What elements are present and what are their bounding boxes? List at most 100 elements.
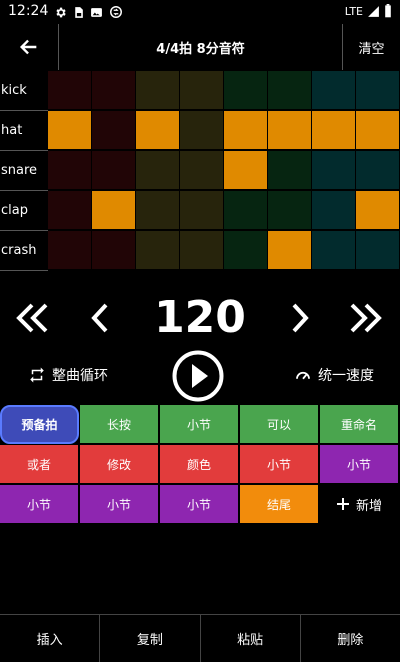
section-chip[interactable]: 小节 <box>320 445 399 484</box>
beat-cell[interactable] <box>268 231 312 271</box>
battery-icon <box>385 4 391 18</box>
tempo-increase-button[interactable] <box>278 296 322 340</box>
beat-cell[interactable] <box>180 151 224 191</box>
plus-icon <box>336 498 349 510</box>
beat-cell[interactable] <box>224 191 268 231</box>
status-time: 12:24 <box>8 3 49 19</box>
chevron-left-icon <box>91 303 108 333</box>
section-chip[interactable]: 结尾 <box>240 485 319 524</box>
status-bar: 12:24 LTE <box>0 0 400 24</box>
beat-grid: kick hat snare clap crash <box>0 71 400 281</box>
grid-row: snare <box>0 151 400 191</box>
beat-cell[interactable] <box>48 111 92 151</box>
section-chip[interactable]: 小节 <box>160 405 239 444</box>
page-title: 4/4拍 8分音符 <box>156 41 245 57</box>
beat-cell[interactable] <box>356 111 400 151</box>
grid-row: clap <box>0 191 400 231</box>
track-label: snare <box>0 151 49 191</box>
insert-button[interactable]: 插入 <box>0 615 101 662</box>
beat-cell[interactable] <box>180 191 224 231</box>
playback-controls: 整曲循环 统一速度 <box>0 350 400 404</box>
loop-label: 整曲循环 <box>52 368 108 384</box>
section-chip[interactable]: 小节 <box>0 485 79 524</box>
tempo-controls: 120 <box>0 290 400 346</box>
beat-cell[interactable] <box>224 71 268 111</box>
tempo-decrease-button[interactable] <box>78 296 122 340</box>
paste-button[interactable]: 粘贴 <box>201 615 301 662</box>
top-bar: 4/4拍 8分音符 清空 <box>0 24 400 71</box>
track-label: clap <box>0 191 49 231</box>
repeat-icon <box>30 367 44 383</box>
track-label: kick <box>0 71 49 111</box>
add-label: 新增 <box>355 498 382 514</box>
beat-cell[interactable] <box>312 151 356 191</box>
beat-cell[interactable] <box>356 191 400 231</box>
beat-cell[interactable] <box>92 71 136 111</box>
clear-button[interactable]: 清空 <box>342 24 400 70</box>
beat-cell[interactable] <box>136 231 180 271</box>
beat-cell[interactable] <box>136 111 180 151</box>
beat-cell[interactable] <box>136 151 180 191</box>
beat-cell[interactable] <box>224 151 268 191</box>
section-chips: 预备拍 长按 小节 可以 重命名 或者 修改 颜色 小节 小节 小节 小节 小节 结尾 新增 <box>0 405 400 525</box>
beat-cell[interactable] <box>92 111 136 151</box>
beat-cell[interactable] <box>312 231 356 271</box>
beat-cell[interactable] <box>136 71 180 111</box>
grid-row: crash <box>0 231 400 271</box>
beat-cell[interactable] <box>268 111 312 151</box>
beat-cell[interactable] <box>48 191 92 231</box>
grid-row: hat <box>0 111 400 151</box>
beat-cell[interactable] <box>224 111 268 151</box>
beat-cell[interactable] <box>268 71 312 111</box>
beat-cell[interactable] <box>356 151 400 191</box>
section-chip[interactable]: 小节 <box>240 445 319 484</box>
beat-cell[interactable] <box>48 71 92 111</box>
beat-cell[interactable] <box>268 191 312 231</box>
section-chip[interactable]: 小节 <box>80 485 159 524</box>
section-chip[interactable]: 修改 <box>80 445 159 484</box>
track-label: crash <box>0 231 49 271</box>
beat-cell[interactable] <box>312 111 356 151</box>
track-label: hat <box>0 111 49 151</box>
sim-card-icon <box>75 6 83 18</box>
sync-icon <box>110 6 122 18</box>
gear-icon <box>56 7 66 17</box>
double-chevron-right-icon <box>350 303 382 333</box>
chevron-right-icon <box>292 303 309 333</box>
tempo-increase-fast-button[interactable] <box>344 296 388 340</box>
section-chip[interactable]: 颜色 <box>160 445 239 484</box>
section-chip[interactable]: 小节 <box>160 485 239 524</box>
section-chip[interactable]: 长按 <box>80 405 159 444</box>
beat-cell[interactable] <box>92 231 136 271</box>
beat-cell[interactable] <box>180 71 224 111</box>
speed-toggle[interactable]: 统一速度 <box>294 365 374 385</box>
back-arrow-icon <box>19 39 37 55</box>
beat-cell[interactable] <box>312 191 356 231</box>
signal-icon <box>368 5 379 17</box>
speed-label: 统一速度 <box>318 368 374 384</box>
section-chip[interactable]: 重命名 <box>320 405 399 444</box>
tempo-decrease-fast-button[interactable] <box>10 296 54 340</box>
beat-cell[interactable] <box>48 151 92 191</box>
beat-cell[interactable] <box>356 231 400 271</box>
section-chip[interactable]: 或者 <box>0 445 79 484</box>
beat-cell[interactable] <box>312 71 356 111</box>
beat-cell[interactable] <box>136 191 180 231</box>
beat-cell[interactable] <box>356 71 400 111</box>
beat-cell[interactable] <box>224 231 268 271</box>
section-chip[interactable]: 预备拍 <box>0 405 79 444</box>
speedometer-icon <box>296 371 310 380</box>
beat-cell[interactable] <box>92 151 136 191</box>
add-section-button[interactable]: 新增 <box>320 485 399 524</box>
beat-cell[interactable] <box>180 231 224 271</box>
beat-cell[interactable] <box>92 191 136 231</box>
loop-toggle[interactable]: 整曲循环 <box>28 365 108 385</box>
copy-button[interactable]: 复制 <box>100 615 201 662</box>
section-chip[interactable]: 可以 <box>240 405 319 444</box>
beat-cell[interactable] <box>268 151 312 191</box>
play-button[interactable] <box>172 350 224 402</box>
back-button[interactable] <box>0 24 59 70</box>
beat-cell[interactable] <box>180 111 224 151</box>
beat-cell[interactable] <box>48 231 92 271</box>
delete-button[interactable]: 删除 <box>301 615 400 662</box>
